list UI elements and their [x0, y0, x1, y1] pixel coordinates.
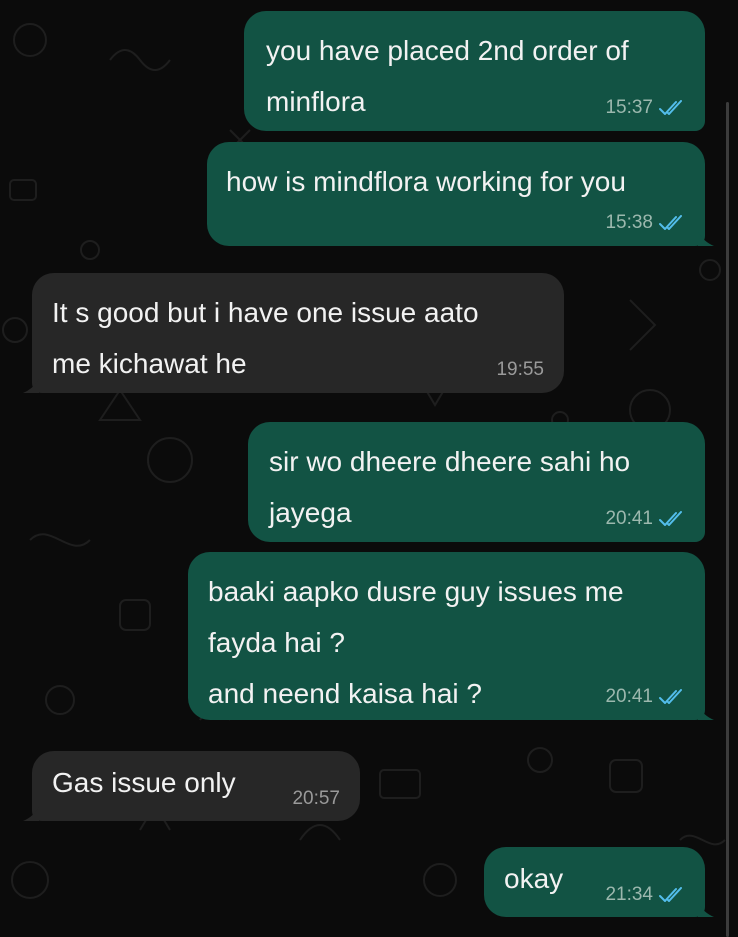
message-meta: 15:37 [605, 97, 685, 119]
message-meta: 21:34 [605, 884, 685, 906]
message-text: sir wo dheere dheere sahi ho jayega [269, 446, 631, 528]
double-check-icon [659, 511, 682, 526]
message-time: 19:55 [496, 359, 544, 380]
message-time: 15:38 [605, 212, 653, 233]
message-time: 20:41 [605, 686, 653, 707]
double-check-icon [659, 215, 682, 230]
message-meta: 15:38 [605, 212, 685, 234]
message-bubble-outgoing[interactable]: how is mindflora working for you 15:38 [207, 142, 714, 246]
message-bubble-outgoing[interactable]: you have placed 2nd order of minflora 15… [244, 11, 705, 131]
message-time: 20:41 [605, 508, 653, 529]
message-time: 15:37 [605, 97, 653, 118]
bubble-tail [698, 232, 714, 246]
message-text: okay [504, 863, 564, 894]
message-meta: 20:57 [292, 788, 340, 810]
message-bubble-incoming[interactable]: It s good but i have one issue aato me k… [23, 273, 564, 393]
message-meta: 20:41 [605, 508, 685, 530]
message-text: It s good but i have one issue aato me k… [52, 297, 479, 379]
scrollbar[interactable] [726, 102, 729, 937]
message-meta: 20:41 [605, 686, 685, 708]
message-text: Gas issue only [52, 767, 236, 798]
message-text: how is mindflora working for you [226, 166, 626, 197]
message-text: you have placed 2nd order of minflora [266, 35, 629, 117]
message-bubble-incoming[interactable]: Gas issue only 20:57 [23, 751, 360, 821]
message-time: 20:57 [292, 788, 340, 809]
double-check-icon [659, 887, 682, 902]
message-time: 21:34 [605, 884, 653, 905]
double-check-icon [659, 689, 682, 704]
bubble-tail [23, 807, 39, 821]
bubble-tail [698, 903, 714, 917]
message-meta: 19:55 [496, 359, 544, 381]
message-bubble-outgoing[interactable]: sir wo dheere dheere sahi ho jayega 20:4… [248, 422, 705, 542]
bubble-tail [698, 706, 714, 720]
chat-screen: { "messages": [ { "direction": "outgoing… [0, 0, 738, 937]
double-check-icon [659, 100, 682, 115]
message-bubble-outgoing[interactable]: baaki aapko dusre guy issues me fayda ha… [188, 552, 714, 720]
message-bubble-outgoing[interactable]: okay 21:34 [484, 847, 714, 917]
bubble-tail [23, 379, 39, 393]
message-text: baaki aapko dusre guy issues me fayda ha… [208, 576, 624, 709]
